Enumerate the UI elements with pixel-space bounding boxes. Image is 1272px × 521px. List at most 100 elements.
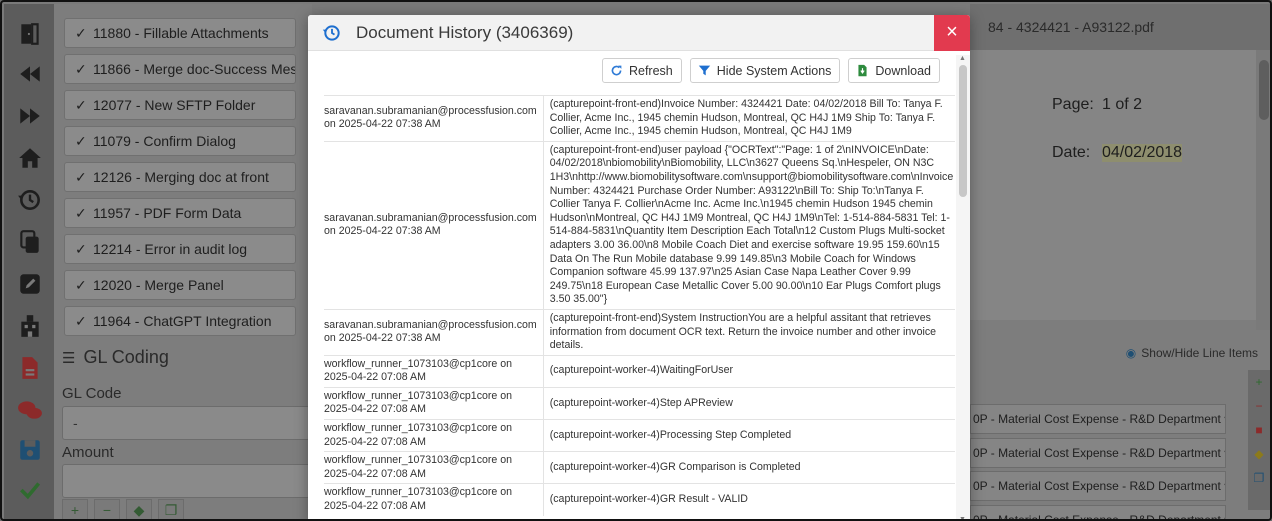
remove-line-icon[interactable]: −	[1248, 394, 1270, 418]
gl-account-value: 0P - Material Cost Expense - R&D Departm…	[973, 479, 1221, 493]
task-label: 11079 - Confirm Dialog	[93, 133, 236, 149]
task-item[interactable]: ✓ 11880 - Fillable Attachments	[64, 18, 296, 48]
check-icon: ✓	[75, 313, 87, 329]
gl-account-select[interactable]: 0P - Material Cost Expense - R&D Departm…	[970, 404, 1226, 434]
check-icon: ✓	[75, 61, 87, 77]
check-icon: ✓	[75, 133, 87, 149]
check-icon: ✓	[75, 97, 87, 113]
history-actor: workflow_runner_1073103@cp1core on 2025-…	[324, 483, 544, 516]
check-icon: ✓	[75, 241, 87, 257]
gl-row-actions: + − ◆ ❐	[62, 499, 184, 519]
date-value: 04/02/2018	[1102, 144, 1183, 162]
table-row: workflow_runner_1073103@cp1core on 2025-…	[324, 483, 956, 516]
modal-title: Document History (3406369)	[356, 23, 574, 42]
add-icon[interactable]: +	[62, 499, 88, 519]
task-item[interactable]: ✓ 11079 - Confirm Dialog	[64, 126, 296, 156]
scroll-down-arrow[interactable]: ▼	[959, 516, 966, 519]
table-row: workflow_runner_1073103@cp1core on 2025-…	[324, 354, 956, 388]
copy-icon[interactable]	[16, 228, 44, 256]
check-icon: ✓	[75, 277, 87, 293]
history-actor: workflow_runner_1073103@cp1core on 2025-…	[324, 354, 544, 388]
task-label: 11964 - ChatGPT Integration	[93, 313, 272, 329]
logout-icon[interactable]	[16, 20, 44, 48]
hide-system-actions-button[interactable]: Hide System Actions	[689, 58, 841, 83]
table-row: workflow_runner_1073103@cp1core on 2025-…	[324, 451, 956, 484]
gl-code-value: -	[73, 415, 78, 431]
remove-icon[interactable]: −	[94, 499, 120, 519]
history-action: (capturepoint-front-end)Invoice Number: …	[542, 95, 956, 142]
gl-account-select[interactable]: 0P - Material Cost Expense - R&D Departm…	[970, 471, 1226, 501]
refresh-label: Refresh	[628, 63, 673, 78]
list-icon: ☰	[62, 350, 76, 367]
pdf-file-icon[interactable]	[16, 354, 44, 382]
history-icon	[322, 25, 340, 41]
amount-label: Amount	[62, 444, 114, 461]
history-action: (capturepoint-front-end)System Instructi…	[542, 308, 956, 356]
history-icon[interactable]	[16, 186, 44, 214]
download-button[interactable]: Download	[848, 58, 940, 83]
scroll-thumb[interactable]	[959, 65, 967, 197]
history-actor: workflow_runner_1073103@cp1core on 2025-…	[324, 419, 544, 452]
delete-line-icon[interactable]: ■	[1248, 418, 1270, 442]
task-label: 12214 - Error in audit log	[93, 241, 248, 257]
history-actor: saravanan.subramanian@processfusion.com …	[324, 308, 544, 356]
gl-account-value: 0P - Material Cost Expense - R&D Departm…	[973, 513, 1221, 521]
task-item[interactable]: ✓ 11964 - ChatGPT Integration	[64, 306, 296, 336]
scroll-up-arrow[interactable]: ▲	[959, 55, 966, 62]
clear-line-icon[interactable]: ◆	[1248, 442, 1270, 466]
table-row: workflow_runner_1073103@cp1core on 2025-…	[324, 419, 956, 452]
copy-row-icon[interactable]: ❐	[158, 499, 184, 519]
task-item[interactable]: ✓ 12214 - Error in audit log	[64, 234, 296, 264]
eraser-icon[interactable]: ◆	[126, 499, 152, 519]
approve-check-icon[interactable]	[16, 476, 44, 504]
gl-account-value: 0P - Material Cost Expense - R&D Departm…	[973, 412, 1221, 426]
task-label: 12126 - Merging doc at front	[93, 169, 269, 185]
filter-icon	[698, 65, 710, 76]
history-action: (capturepoint-worker-4)GR Result - VALID	[542, 483, 956, 516]
show-hide-line-items[interactable]: ◉ Show/Hide Line Items	[1126, 346, 1258, 360]
document-tab-title: 84 - 4324421 - A93122.pdf	[988, 19, 1154, 35]
gl-code-label: GL Code	[62, 385, 122, 402]
refresh-button[interactable]: Refresh	[601, 58, 682, 83]
hide-system-actions-label: Hide System Actions	[716, 63, 832, 78]
gl-account-select[interactable]: 0P - Material Cost Expense - R&D Departm…	[970, 438, 1226, 468]
history-actor: saravanan.subramanian@processfusion.com …	[324, 140, 544, 310]
fast-forward-icon[interactable]	[16, 102, 44, 130]
task-item[interactable]: ✓ 12126 - Merging doc at front	[64, 162, 296, 192]
task-item[interactable]: ✓ 11866 - Merge doc-Success Messag	[64, 54, 296, 84]
gl-account-value: 0P - Material Cost Expense - R&D Departm…	[973, 446, 1221, 460]
check-icon: ✓	[75, 169, 87, 185]
history-table: saravanan.subramanian@processfusion.com …	[324, 95, 956, 516]
history-actor: workflow_runner_1073103@cp1core on 2025-…	[324, 451, 544, 484]
download-label: Download	[875, 63, 931, 78]
table-row: saravanan.subramanian@processfusion.com …	[324, 95, 956, 142]
save-icon[interactable]	[16, 436, 44, 464]
table-row: workflow_runner_1073103@cp1core on 2025-…	[324, 386, 956, 420]
history-action: (capturepoint-worker-4)Processing Step C…	[542, 419, 956, 452]
check-icon: ✓	[75, 25, 87, 41]
task-item[interactable]: ✓ 12077 - New SFTP Folder	[64, 90, 296, 120]
edit-icon[interactable]	[16, 270, 44, 298]
task-item[interactable]: ✓ 11957 - PDF Form Data	[64, 198, 296, 228]
task-label: 12020 - Merge Panel	[93, 277, 224, 293]
modal-scrollbar[interactable]: ▲ ▼	[956, 55, 970, 519]
gl-account-select[interactable]: 0P - Material Cost Expense - R&D Departm…	[970, 505, 1226, 521]
comments-icon[interactable]	[16, 396, 44, 424]
gl-code-field[interactable]: -	[62, 406, 310, 440]
home-icon[interactable]	[16, 144, 44, 172]
amount-field[interactable]	[62, 464, 310, 498]
building-icon[interactable]	[16, 312, 44, 340]
rewind-icon[interactable]	[16, 60, 44, 88]
document-viewer: 84 - 4324421 - A93122.pdf Page: 1 of 2 D…	[970, 4, 1270, 521]
add-line-icon[interactable]: +	[1248, 370, 1270, 394]
document-scrollbar[interactable]	[1256, 50, 1270, 330]
table-row: saravanan.subramanian@processfusion.com …	[324, 140, 956, 310]
task-item[interactable]: ✓ 12020 - Merge Panel	[64, 270, 296, 300]
copy-line-icon[interactable]: ❐	[1248, 466, 1270, 490]
close-button[interactable]: ×	[934, 15, 970, 51]
scroll-thumb[interactable]	[1259, 60, 1269, 120]
table-row: saravanan.subramanian@processfusion.com …	[324, 308, 956, 356]
document-tab[interactable]: 84 - 4324421 - A93122.pdf	[970, 4, 1270, 50]
gl-coding-title: GL Coding	[83, 347, 169, 367]
modal-toolbar: Refresh Hide System Actions Download	[601, 58, 940, 83]
